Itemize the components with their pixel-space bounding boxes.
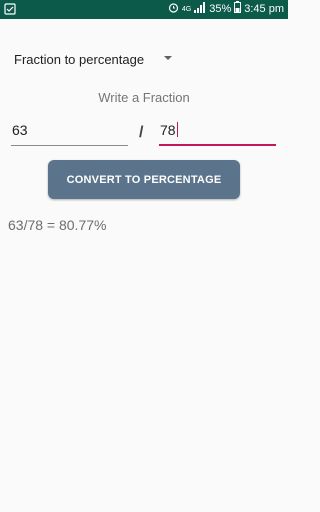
alarm-icon [168, 2, 179, 18]
numerator-value: 63 [12, 122, 28, 138]
denominator-input[interactable]: 78 [159, 122, 276, 146]
numerator-input[interactable]: 63 [11, 122, 128, 146]
clock: 3:45 pm [244, 3, 284, 15]
conversion-result: 63/78 = 80.77% [8, 217, 107, 233]
denominator-value: 78 [160, 122, 176, 138]
convert-to-percentage-button[interactable]: CONVERT TO PERCENTAGE [48, 160, 240, 199]
battery-icon [234, 1, 242, 18]
conversion-type-spinner[interactable]: Fraction to percentage [14, 48, 179, 70]
fraction-slash: / [139, 124, 144, 141]
dropdown-arrow-icon [164, 56, 172, 60]
fraction-prompt: Write a Fraction [98, 90, 190, 105]
network-type-label: 4G [181, 6, 192, 13]
app-notification-icon [4, 3, 16, 15]
text-cursor [176, 122, 178, 137]
spinner-selected-label: Fraction to percentage [14, 51, 145, 67]
signal-icon [194, 1, 206, 18]
status-bar: 4G 35% 3:45 pm [0, 0, 288, 19]
convert-button-label: CONVERT TO PERCENTAGE [66, 173, 222, 186]
battery-percent: 35% [209, 3, 232, 15]
